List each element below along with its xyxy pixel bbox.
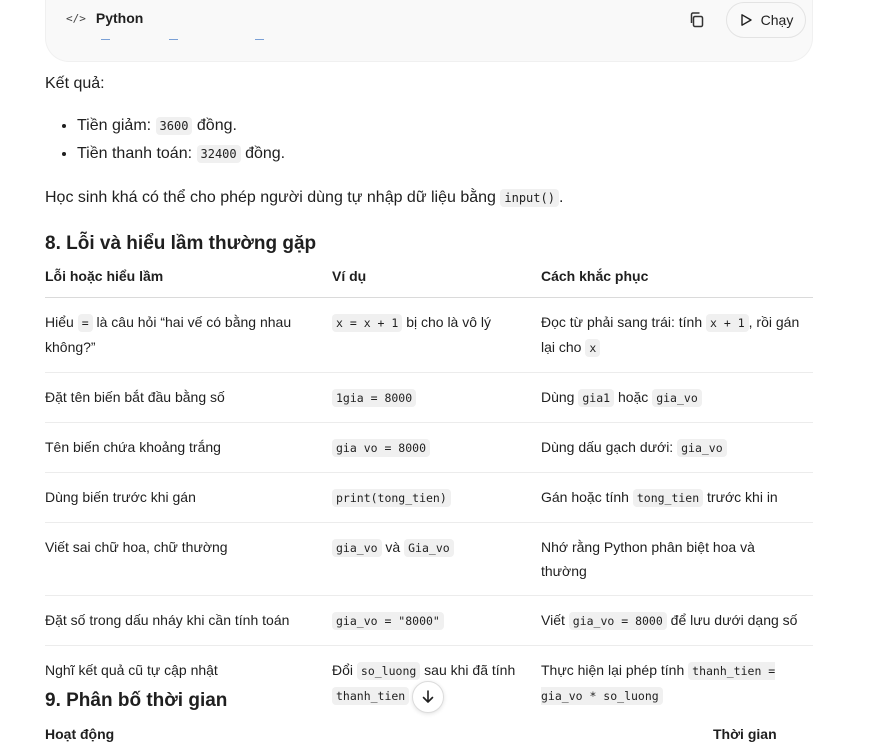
inline-code: 1gia = 8000 bbox=[332, 389, 417, 407]
inline-code: so_luong bbox=[356, 662, 421, 680]
table-cell: Viết gia_vo = 8000 để lưu dưới dạng số bbox=[541, 595, 813, 646]
section-9-title: 9. Phân bố thời gian bbox=[45, 690, 228, 711]
run-button-label: Chạy bbox=[760, 12, 794, 28]
table-cell: Dùng dấu gạch dưới: gia_vo bbox=[541, 422, 813, 473]
inline-code: gia vo = 8000 bbox=[332, 439, 431, 457]
result-item-payment: Tiền thanh toán: 32400 đồng. bbox=[77, 140, 285, 168]
table-cell: Gán hoặc tính tong_tien trước khi in bbox=[541, 472, 813, 523]
run-code-button[interactable]: Chạy bbox=[726, 2, 806, 38]
table-cell: Dùng gia1 hoặc gia_vo bbox=[541, 372, 813, 423]
inline-code: x bbox=[585, 339, 601, 357]
table-header-cell: Thời gian bbox=[713, 726, 777, 742]
cell-text: Đổi bbox=[332, 662, 357, 678]
cell-text: Dùng dấu gạch dưới: bbox=[541, 439, 678, 455]
inline-code: Gia_vo bbox=[404, 539, 454, 557]
cell-text: Tên biến chứa khoảng trắng bbox=[45, 439, 221, 455]
cell-text: Đọc từ phải sang trái: tính bbox=[541, 314, 707, 330]
cell-text: trước khi in bbox=[703, 489, 778, 505]
cell-text: sau khi đã tính bbox=[420, 662, 516, 678]
table-cell: gia_vo và Gia_vo bbox=[332, 522, 541, 596]
cell-text: và bbox=[381, 539, 405, 555]
cell-text: Nghĩ kết quả cũ tự cập nhật bbox=[45, 662, 218, 678]
inline-code: gia_vo bbox=[332, 539, 382, 557]
cell-text: bị cho là vô lý bbox=[402, 314, 492, 330]
code-icon: </> bbox=[66, 11, 86, 25]
cell-text: Viết bbox=[541, 612, 569, 628]
inline-code: = bbox=[77, 314, 93, 332]
table-cell: Đặt số trong dấu nháy khi cần tính toán bbox=[45, 595, 332, 646]
table-header-cell: Ví dụ bbox=[332, 264, 541, 298]
table-cell: Tên biến chứa khoảng trắng bbox=[45, 422, 332, 473]
cell-text: Gán hoặc tính bbox=[541, 489, 633, 505]
result-list: Tiền giảm: 3600 đồng. Tiền thanh toán: 3… bbox=[45, 112, 285, 168]
table-cell: Hiểu = là câu hỏi “hai vế có bằng nhau k… bbox=[45, 297, 332, 373]
code-block-card: </> Python Chạy bbox=[45, 0, 813, 62]
arrow-down-icon bbox=[422, 690, 434, 703]
table-header-cell: Cách khắc phục bbox=[541, 264, 813, 298]
table-cell: gia vo = 8000 bbox=[332, 422, 541, 473]
code-text-peek bbox=[101, 39, 321, 45]
inline-code: gia_vo = "8000" bbox=[332, 612, 444, 630]
inline-code: gia_vo bbox=[677, 439, 727, 457]
play-icon bbox=[740, 14, 752, 26]
cell-text: Viết sai chữ hoa, chữ thường bbox=[45, 539, 228, 555]
cell-text: Đặt tên biến bắt đầu bằng số bbox=[45, 389, 225, 405]
table-row: Đặt tên biến bắt đầu bằng số 1gia = 8000 D… bbox=[45, 372, 813, 423]
inline-code: thanh_tien bbox=[332, 687, 410, 705]
inline-code: print(tong_tien) bbox=[332, 489, 451, 507]
table-row: Hiểu = là câu hỏi “hai vế có bằng nhau k… bbox=[45, 297, 813, 373]
inline-code: x = x + 1 bbox=[332, 314, 403, 332]
copy-code-button[interactable] bbox=[687, 10, 707, 30]
copy-icon bbox=[690, 12, 704, 28]
scroll-down-button[interactable] bbox=[412, 681, 444, 713]
cell-text: Dùng bbox=[541, 389, 579, 405]
table-row: Dùng biến trước khi gán print(tong_tien) G… bbox=[45, 472, 813, 523]
table-cell: Viết sai chữ hoa, chữ thường bbox=[45, 522, 332, 596]
code-language-label: </> Python bbox=[66, 10, 143, 26]
table-row: Viết sai chữ hoa, chữ thường gia_vo và Gi… bbox=[45, 522, 813, 596]
code-language-text: Python bbox=[95, 10, 144, 26]
result-item-discount: Tiền giảm: 3600 đồng. bbox=[77, 112, 285, 140]
result-heading: Kết quả: bbox=[45, 75, 105, 92]
table-cell: Đọc từ phải sang trái: tính x + 1, rồi g… bbox=[541, 297, 813, 373]
inline-code: 32400 bbox=[196, 145, 241, 163]
table-header-cell: Lỗi hoặc hiểu lầm bbox=[45, 264, 332, 298]
cell-text: Dùng biến trước khi gán bbox=[45, 489, 196, 505]
table-cell: print(tong_tien) bbox=[332, 472, 541, 523]
table-header-cell: Hoạt động bbox=[45, 726, 115, 742]
inline-code: gia_vo bbox=[652, 389, 702, 407]
inline-code: 3600 bbox=[155, 117, 193, 135]
inline-code: tong_tien bbox=[632, 489, 704, 507]
cell-text: Nhớ rằng Python phân biệt hoa và thường bbox=[541, 539, 755, 579]
table-cell: gia_vo = "8000" bbox=[332, 595, 541, 646]
inline-code: gia_vo = 8000 bbox=[568, 612, 667, 630]
section-8-title: 8. Lỗi và hiểu lầm thường gặp bbox=[45, 233, 317, 254]
cell-text: hoặc bbox=[614, 389, 653, 405]
result-note: Học sinh khá có thể cho phép người dùng … bbox=[45, 189, 564, 207]
table-cell: Thực hiện lại phép tính thanh_tien = gia… bbox=[541, 646, 813, 721]
table-header-row: Lỗi hoặc hiểu lầm Ví dụ Cách khắc phục bbox=[45, 264, 813, 298]
table-cell: Nhớ rằng Python phân biệt hoa và thường bbox=[541, 522, 813, 596]
table-row: Đặt số trong dấu nháy khi cần tính toán g… bbox=[45, 595, 813, 646]
table-row: Tên biến chứa khoảng trắng gia vo = 8000 D… bbox=[45, 422, 813, 473]
inline-code: x + 1 bbox=[706, 314, 749, 332]
errors-table: Lỗi hoặc hiểu lầm Ví dụ Cách khắc phục H… bbox=[45, 264, 813, 720]
cell-text: Đặt số trong dấu nháy khi cần tính toán bbox=[45, 612, 290, 628]
table-cell: x = x + 1 bị cho là vô lý bbox=[332, 297, 541, 373]
cell-text: Hiểu bbox=[45, 314, 78, 330]
cell-text: Thực hiện lại phép tính bbox=[541, 662, 689, 678]
inline-code: gia1 bbox=[578, 389, 615, 407]
cell-text: để lưu dưới dạng số bbox=[666, 612, 798, 628]
inline-code: input() bbox=[500, 189, 559, 207]
table-cell: Đặt tên biến bắt đầu bằng số bbox=[45, 372, 332, 423]
table-cell: Dùng biến trước khi gán bbox=[45, 472, 332, 523]
table-cell: 1gia = 8000 bbox=[332, 372, 541, 423]
